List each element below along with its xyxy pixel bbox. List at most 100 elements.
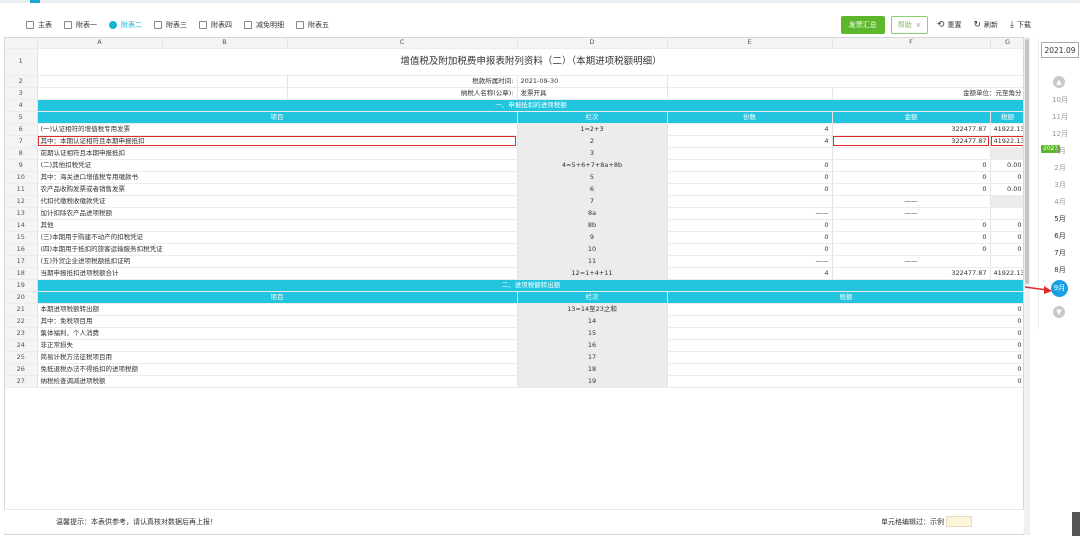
- month-item[interactable]: 7月: [1039, 248, 1080, 258]
- tax-cell[interactable]: 0: [667, 375, 1023, 388]
- tax-cell[interactable]: 41922.13: [990, 267, 1023, 280]
- tax-cell[interactable]: 0.00: [990, 183, 1023, 196]
- tax-cell[interactable]: [990, 207, 1023, 220]
- refresh-button[interactable]: ↻ 刷新: [970, 20, 1001, 30]
- count-cell[interactable]: [667, 195, 833, 208]
- row-number: 5: [5, 111, 38, 124]
- amount-cell[interactable]: 322477.87: [832, 135, 991, 148]
- unit-label: 金额单位：元至角分: [832, 87, 1023, 100]
- row-number: 14: [5, 219, 38, 232]
- section-column-headers: 20 项目 栏次 税额: [5, 291, 1023, 304]
- count-cell[interactable]: [667, 147, 833, 160]
- item-cell: 其他: [37, 219, 518, 232]
- help-button[interactable]: 帮助 ∨: [890, 16, 928, 34]
- invoice-summary-button[interactable]: 发票汇总: [840, 16, 885, 34]
- count-cell[interactable]: 0: [667, 219, 833, 232]
- row-number: 19: [5, 279, 38, 292]
- count-cell[interactable]: 0: [667, 183, 833, 196]
- month-item[interactable]: 11月: [1039, 112, 1080, 122]
- amount-cell[interactable]: 0: [832, 231, 991, 244]
- count-cell[interactable]: 0: [667, 159, 833, 172]
- scroll-thumb[interactable]: [1025, 39, 1029, 284]
- amount-cell[interactable]: 0: [832, 243, 991, 256]
- column-header: G: [990, 38, 1023, 49]
- tax-cell[interactable]: 0: [667, 351, 1023, 364]
- reset-button[interactable]: ⟲ 重置: [934, 20, 965, 30]
- count-cell[interactable]: 0: [667, 243, 833, 256]
- tax-cell[interactable]: 0: [667, 339, 1023, 352]
- amount-cell[interactable]: 0: [832, 171, 991, 184]
- tax-cell[interactable]: 0: [990, 231, 1023, 244]
- tax-cell[interactable]: 0: [667, 303, 1023, 316]
- red-pointer-arrow-icon: [1025, 286, 1052, 294]
- month-item[interactable]: 10月: [1039, 95, 1080, 105]
- tax-cell[interactable]: 0: [990, 219, 1023, 232]
- tab-label: 附表二: [121, 21, 142, 29]
- amount-cell[interactable]: ——: [832, 255, 991, 268]
- taxpayer-label: 纳税人名称(公章):: [287, 87, 518, 100]
- scroll-up-icon[interactable]: ▲: [1053, 76, 1065, 88]
- row-number: 7: [5, 135, 38, 148]
- month-item[interactable]: 3月: [1039, 180, 1080, 190]
- count-cell[interactable]: 0: [667, 231, 833, 244]
- month-item[interactable]: 5月: [1039, 214, 1080, 224]
- tab-0[interactable]: 主表: [20, 14, 58, 36]
- count-cell[interactable]: 4: [667, 267, 833, 280]
- month-item[interactable]: 4月: [1039, 197, 1080, 207]
- table-row: 11 农产品收购发票或者销售发票 6 0 0 0.00: [5, 183, 1023, 196]
- count-cell[interactable]: ——: [667, 207, 833, 220]
- scroll-down-icon[interactable]: ▼: [1053, 306, 1065, 318]
- amount-cell[interactable]: 322477.87: [832, 123, 991, 136]
- year-selector[interactable]: 2021.09: [1041, 42, 1079, 58]
- item-cell: 本期进项税额转出额: [37, 303, 518, 316]
- amount-cell[interactable]: 0: [832, 219, 991, 232]
- month-selected[interactable]: 9月: [1051, 280, 1068, 297]
- tax-cell[interactable]: 0: [667, 315, 1023, 328]
- month-item[interactable]: 1月: [1039, 146, 1080, 156]
- amount-cell[interactable]: 322477.87: [832, 267, 991, 280]
- refresh-label: 刷新: [984, 21, 999, 29]
- count-cell[interactable]: ——: [667, 255, 833, 268]
- amount-cell[interactable]: 0: [832, 159, 991, 172]
- tab-5[interactable]: 减免明细: [238, 14, 290, 36]
- row-number: 9: [5, 159, 38, 172]
- tab-3[interactable]: 附表三: [148, 14, 193, 36]
- line-cell: 15: [517, 327, 668, 340]
- tax-cell[interactable]: [990, 195, 1023, 208]
- download-button[interactable]: ⤓ 下载: [1007, 20, 1034, 30]
- table-row: 25 简易计税方法征税项目用 17 0: [5, 351, 1023, 364]
- count-cell[interactable]: 4: [667, 123, 833, 136]
- section-header-row: 19 二、进项税额转出额: [5, 279, 1023, 292]
- tax-cell[interactable]: [990, 147, 1023, 160]
- header-tax: 税额: [990, 111, 1023, 124]
- tax-cell[interactable]: [990, 255, 1023, 268]
- line-cell: 13=14至23之和: [517, 303, 668, 316]
- count-cell[interactable]: 0: [667, 171, 833, 184]
- amount-cell[interactable]: 0: [832, 183, 991, 196]
- count-cell[interactable]: 4: [667, 135, 833, 148]
- tab-6[interactable]: 附表五: [290, 14, 335, 36]
- line-cell: 16: [517, 339, 668, 352]
- tax-cell[interactable]: 0.00: [990, 159, 1023, 172]
- month-item[interactable]: 8月: [1039, 265, 1080, 275]
- tax-cell[interactable]: 0: [667, 363, 1023, 376]
- tax-cell[interactable]: 41922.13: [990, 123, 1023, 136]
- tab-2[interactable]: 附表二: [103, 14, 148, 36]
- tax-cell[interactable]: 0: [990, 171, 1023, 184]
- row-number: 2: [5, 75, 38, 88]
- tab-4[interactable]: 附表四: [193, 14, 238, 36]
- spreadsheet[interactable]: A B C D E F G 1 增值税及附加税费申报表附列资料（二）（本期进项税额明细） 2 税款所…: [4, 37, 1024, 535]
- row-number: 21: [5, 303, 38, 316]
- item-cell: 其中：免税项目用: [37, 315, 518, 328]
- month-item[interactable]: 2月: [1039, 163, 1080, 173]
- tax-cell[interactable]: 41922.13: [990, 135, 1023, 148]
- period-label: 税款所属时间:: [287, 75, 518, 88]
- tax-cell[interactable]: 0: [667, 327, 1023, 340]
- month-item[interactable]: 6月: [1039, 231, 1080, 241]
- tab-1[interactable]: 附表一: [58, 14, 103, 36]
- tax-cell[interactable]: 0: [990, 243, 1023, 256]
- amount-cell[interactable]: [832, 147, 991, 160]
- month-item[interactable]: 12月: [1039, 129, 1080, 139]
- amount-cell[interactable]: ——: [832, 207, 991, 220]
- amount-cell[interactable]: ——: [832, 195, 991, 208]
